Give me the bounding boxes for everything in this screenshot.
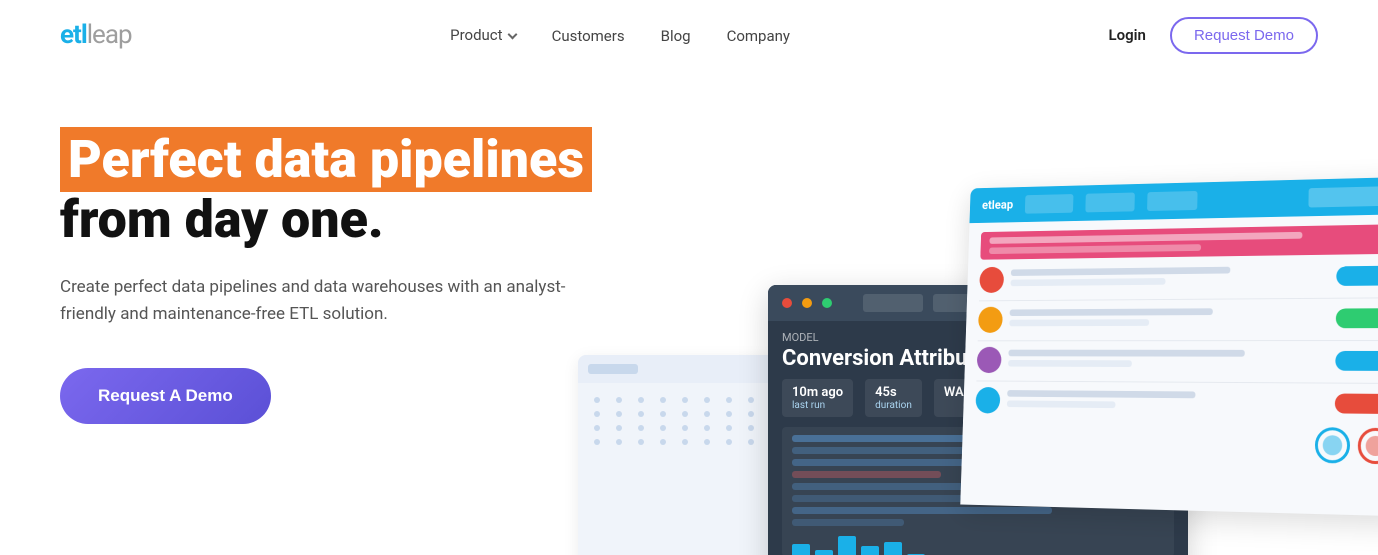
ss-code-line bbox=[792, 507, 1052, 514]
headline-rest: from day one. bbox=[60, 189, 384, 250]
sld-dot bbox=[726, 439, 732, 445]
sld-dot bbox=[726, 397, 732, 403]
sr-alert-line bbox=[989, 244, 1201, 254]
ss-tab bbox=[863, 294, 923, 312]
sr-circle-fill bbox=[1366, 436, 1378, 456]
bar bbox=[792, 544, 810, 555]
sr-text-line bbox=[1011, 267, 1230, 276]
screenshot-right: etleap bbox=[960, 177, 1378, 517]
sr-circle bbox=[1358, 428, 1378, 465]
sr-status-badge bbox=[1335, 351, 1378, 371]
ss-bar-chart bbox=[792, 534, 1164, 555]
ss-stat-time: 10m ago last run bbox=[782, 379, 853, 417]
nav-product[interactable]: Product bbox=[450, 26, 515, 44]
logo-leap: leap bbox=[87, 20, 132, 50]
sld-dot bbox=[682, 425, 688, 431]
sr-list-row bbox=[978, 304, 1378, 333]
sr-divider bbox=[976, 380, 1378, 383]
sr-circles bbox=[974, 423, 1378, 465]
nav-company[interactable]: Company bbox=[727, 27, 790, 45]
ss-dot-yellow bbox=[802, 298, 812, 308]
ss-dot-green bbox=[822, 298, 832, 308]
sr-text-block bbox=[1010, 265, 1328, 289]
hero-screenshots: MODEL Conversion Attribution 10m ago las… bbox=[588, 175, 1378, 555]
nav-links: Product Customers Blog Company bbox=[450, 26, 790, 45]
sr-body bbox=[962, 214, 1378, 475]
logo-etl: etl bbox=[60, 20, 87, 50]
sld-dot bbox=[682, 411, 688, 417]
sr-avatar bbox=[978, 307, 1003, 333]
sld-dot bbox=[726, 425, 732, 431]
product-chevron-icon bbox=[507, 29, 517, 39]
ss-code-line bbox=[792, 471, 941, 478]
hero-headline: Perfect data pipelines from day one. bbox=[60, 130, 680, 250]
sr-action bbox=[1308, 186, 1378, 207]
nav-blog[interactable]: Blog bbox=[661, 27, 691, 45]
sr-text-block bbox=[1008, 350, 1328, 372]
sr-list-row bbox=[975, 387, 1378, 418]
login-link[interactable]: Login bbox=[1109, 26, 1146, 44]
sr-nav-item bbox=[1085, 193, 1135, 213]
ss-code-line bbox=[792, 519, 904, 526]
sr-avatar bbox=[975, 387, 1000, 414]
sld-dot bbox=[704, 439, 710, 445]
sld-dot bbox=[704, 411, 710, 417]
sld-dot bbox=[704, 425, 710, 431]
sr-divider bbox=[979, 297, 1378, 301]
bar bbox=[884, 542, 902, 555]
bar bbox=[838, 536, 856, 555]
sr-status-badge bbox=[1335, 394, 1378, 415]
sr-divider bbox=[978, 340, 1378, 341]
sr-list-row bbox=[977, 347, 1378, 375]
sld-dot bbox=[748, 397, 754, 403]
sr-nav-item bbox=[1025, 194, 1074, 214]
sr-alert-line bbox=[989, 232, 1302, 244]
sr-text-line bbox=[1009, 319, 1149, 326]
nav-right: Login Request Demo bbox=[1109, 17, 1318, 54]
hero-left: Perfect data pipelines from day one. Cre… bbox=[60, 130, 680, 555]
hero-section: Perfect data pipelines from day one. Cre… bbox=[0, 70, 1378, 555]
sr-text-line bbox=[1007, 390, 1195, 398]
sr-alert-banner bbox=[980, 224, 1378, 259]
sr-text-line bbox=[1010, 308, 1213, 316]
sr-text-line bbox=[1007, 400, 1115, 408]
sr-status-badge bbox=[1336, 266, 1378, 286]
sld-dot bbox=[748, 439, 754, 445]
sr-text-block bbox=[1009, 308, 1328, 330]
sld-dot bbox=[682, 439, 688, 445]
headline-highlight: Perfect data pipelines bbox=[60, 127, 592, 192]
bar bbox=[815, 550, 833, 555]
sld-dot bbox=[682, 397, 688, 403]
sr-text-line bbox=[1008, 360, 1132, 367]
sld-dot bbox=[748, 425, 754, 431]
logo[interactable]: etl leap bbox=[60, 20, 132, 50]
request-demo-cta-button[interactable]: Request A Demo bbox=[60, 368, 271, 424]
sr-circle bbox=[1315, 427, 1350, 464]
sld-dot bbox=[704, 397, 710, 403]
ss-stat-duration: 45s duration bbox=[865, 379, 922, 417]
sr-avatar bbox=[977, 347, 1002, 373]
sld-dot bbox=[726, 411, 732, 417]
sr-status-badge bbox=[1336, 308, 1378, 328]
sr-text-block bbox=[1007, 390, 1328, 414]
sr-circle-fill bbox=[1323, 435, 1343, 455]
sld-dot bbox=[748, 411, 754, 417]
request-demo-nav-button[interactable]: Request Demo bbox=[1170, 17, 1318, 54]
sr-list-row bbox=[979, 262, 1378, 293]
sr-logo: etleap bbox=[982, 198, 1014, 213]
hero-subtext: Create perfect data pipelines and data w… bbox=[60, 274, 580, 328]
sr-text-line bbox=[1008, 350, 1244, 357]
nav-customers[interactable]: Customers bbox=[552, 27, 625, 45]
navbar: etl leap Product Customers Blog Company … bbox=[0, 0, 1378, 70]
sr-nav-item bbox=[1147, 191, 1197, 211]
ss-dot-red bbox=[782, 298, 792, 308]
sr-avatar bbox=[979, 267, 1004, 293]
sr-text-line bbox=[1011, 278, 1166, 286]
bar bbox=[861, 546, 879, 555]
